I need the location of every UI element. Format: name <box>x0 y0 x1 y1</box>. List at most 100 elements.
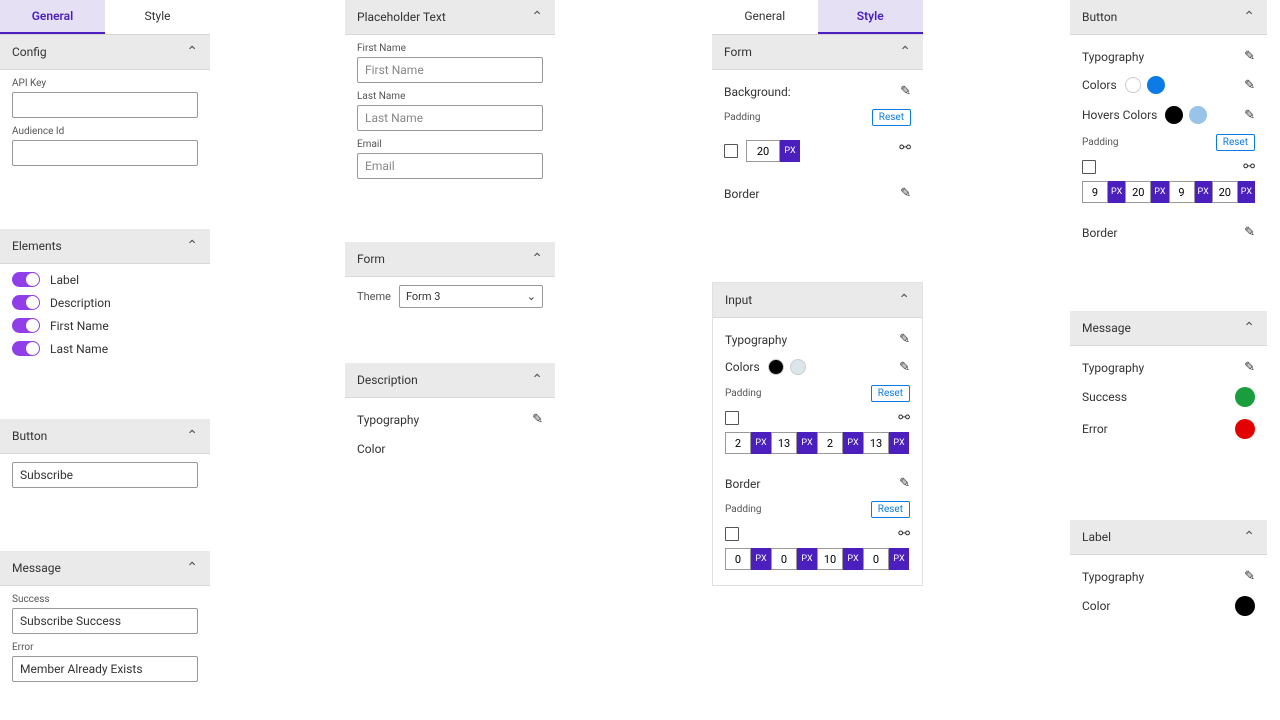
padding-value[interactable] <box>1125 181 1151 203</box>
color-swatch[interactable] <box>523 439 543 459</box>
tab-style[interactable]: Style <box>818 0 924 34</box>
section-placeholder[interactable]: Placeholder Text ⌃ <box>345 0 555 35</box>
section-style-label[interactable]: Label ⌃ <box>1070 520 1267 555</box>
padding-value[interactable] <box>725 432 751 454</box>
unit-px[interactable]: PX <box>843 548 863 570</box>
pencil-icon[interactable]: ✎ <box>899 360 910 375</box>
unlink-icon[interactable]: ⚯ <box>898 410 910 426</box>
pencil-icon[interactable]: ✎ <box>1244 108 1255 123</box>
section-style-form[interactable]: Form ⌃ <box>712 35 923 70</box>
pencil-icon[interactable]: ✎ <box>1244 49 1255 64</box>
toggle[interactable] <box>12 295 40 310</box>
unit-px[interactable]: PX <box>1238 181 1255 203</box>
color-swatch[interactable] <box>1235 387 1255 407</box>
padding-value[interactable] <box>863 548 889 570</box>
unit-px[interactable]: PX <box>1151 181 1168 203</box>
pencil-icon[interactable]: ✎ <box>1244 225 1255 240</box>
section-elements[interactable]: Elements ⌃ <box>0 229 210 264</box>
reset-button[interactable]: Reset <box>872 109 911 126</box>
section-config[interactable]: Config ⌃ <box>0 35 210 70</box>
box-icon[interactable] <box>725 527 739 541</box>
pencil-icon[interactable]: ✎ <box>1244 360 1255 375</box>
color-swatch[interactable] <box>1235 419 1255 439</box>
chevron-up-icon[interactable]: ⌃ <box>186 428 198 444</box>
audience-input[interactable] <box>12 140 198 166</box>
toggle[interactable] <box>12 318 40 333</box>
color-swatch[interactable] <box>790 359 806 375</box>
section-style-message[interactable]: Message ⌃ <box>1070 311 1267 346</box>
section-description[interactable]: Description ⌃ <box>345 363 555 398</box>
padding-value[interactable] <box>817 548 843 570</box>
tab-general[interactable]: General <box>712 0 818 34</box>
unit-px[interactable]: PX <box>797 432 817 454</box>
chevron-up-icon[interactable]: ⌃ <box>899 44 911 60</box>
api-key-input[interactable] <box>12 92 198 118</box>
unlink-icon[interactable]: ⚯ <box>898 526 910 542</box>
unit-px[interactable]: PX <box>751 432 771 454</box>
padding-value[interactable] <box>1082 181 1108 203</box>
toggle[interactable] <box>12 341 40 356</box>
chevron-up-icon[interactable]: ⌃ <box>1243 320 1255 336</box>
button-text-input[interactable] <box>12 462 198 488</box>
unit-px[interactable]: PX <box>780 140 800 162</box>
unit-px[interactable]: PX <box>1195 181 1212 203</box>
error-input[interactable] <box>12 656 198 682</box>
unit-px[interactable]: PX <box>797 548 817 570</box>
padding-value[interactable] <box>771 432 797 454</box>
chevron-up-icon[interactable]: ⌃ <box>186 238 198 254</box>
reset-button[interactable]: Reset <box>1216 134 1255 151</box>
pencil-icon[interactable]: ✎ <box>900 186 911 201</box>
chevron-up-icon[interactable]: ⌃ <box>531 372 543 388</box>
section-button[interactable]: Button ⌃ <box>0 419 210 454</box>
placeholder-input[interactable] <box>357 105 543 131</box>
success-input[interactable] <box>12 608 198 634</box>
section-form[interactable]: Form ⌃ <box>345 242 555 277</box>
padding-value[interactable] <box>863 432 889 454</box>
chevron-up-icon[interactable]: ⌃ <box>898 292 910 308</box>
color-swatch[interactable] <box>1165 106 1183 124</box>
pencil-icon[interactable]: ✎ <box>1244 78 1255 93</box>
link-icon[interactable]: ⚯ <box>899 140 911 156</box>
chevron-up-icon[interactable]: ⌃ <box>186 560 198 576</box>
chevron-up-icon[interactable]: ⌃ <box>531 9 543 25</box>
tab-general[interactable]: General <box>0 0 105 34</box>
pencil-icon[interactable]: ✎ <box>900 84 911 99</box>
placeholder-input[interactable] <box>357 153 543 179</box>
color-swatch[interactable] <box>1147 76 1165 94</box>
toggle[interactable] <box>12 272 40 287</box>
pencil-icon[interactable]: ✎ <box>1244 569 1255 584</box>
padding-value[interactable] <box>771 548 797 570</box>
chevron-up-icon[interactable]: ⌃ <box>186 44 198 60</box>
color-swatch[interactable] <box>1235 596 1255 616</box>
pencil-icon[interactable]: ✎ <box>532 412 543 427</box>
color-swatch[interactable] <box>1125 77 1141 93</box>
placeholder-input[interactable] <box>357 57 543 83</box>
unit-px[interactable]: PX <box>1108 181 1125 203</box>
theme-select[interactable]: Form 3 ⌄ <box>399 285 543 308</box>
pencil-icon[interactable]: ✎ <box>899 332 910 347</box>
box-icon[interactable] <box>725 411 739 425</box>
reset-button[interactable]: Reset <box>871 501 910 518</box>
unit-px[interactable]: PX <box>843 432 863 454</box>
color-swatch[interactable] <box>768 359 784 375</box>
chevron-up-icon[interactable]: ⌃ <box>531 251 543 267</box>
padding-value[interactable] <box>817 432 843 454</box>
chevron-up-icon[interactable]: ⌃ <box>1243 9 1255 25</box>
unit-px[interactable]: PX <box>889 432 909 454</box>
padding-value[interactable] <box>1212 181 1238 203</box>
pencil-icon[interactable]: ✎ <box>899 476 910 491</box>
chevron-up-icon[interactable]: ⌃ <box>1243 529 1255 545</box>
padding-value[interactable] <box>1169 181 1195 203</box>
unlink-icon[interactable]: ⚯ <box>1243 159 1255 175</box>
color-swatch[interactable] <box>1189 106 1207 124</box>
reset-button[interactable]: Reset <box>871 385 910 402</box>
tab-style[interactable]: Style <box>105 0 210 34</box>
unit-px[interactable]: PX <box>751 548 771 570</box>
unit-px[interactable]: PX <box>889 548 909 570</box>
section-style-input[interactable]: Input ⌃ <box>713 283 922 318</box>
section-message[interactable]: Message ⌃ <box>0 551 210 586</box>
section-style-button[interactable]: Button ⌃ <box>1070 0 1267 35</box>
box-icon[interactable] <box>1082 160 1096 174</box>
padding-value[interactable] <box>746 140 780 162</box>
box-icon[interactable] <box>724 144 738 158</box>
